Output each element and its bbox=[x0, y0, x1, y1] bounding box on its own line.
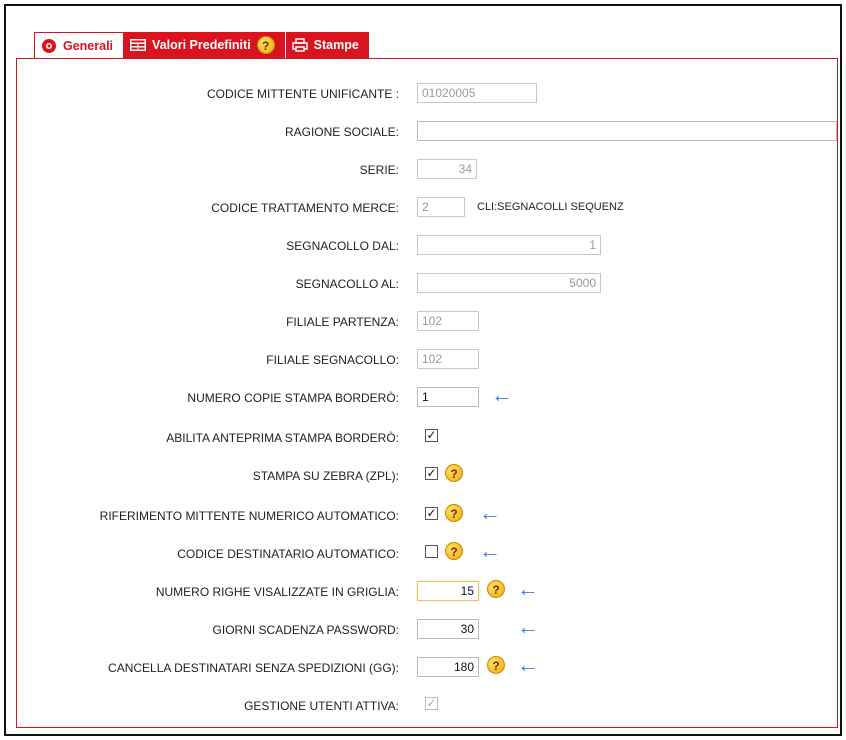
gear-icon bbox=[42, 38, 56, 53]
row-codice-trattamento: CODICE TRATTAMENTO MERCE: 2 CLI:SEGNACOL… bbox=[17, 197, 837, 221]
help-icon[interactable]: ? bbox=[256, 36, 275, 54]
cancella-destinatari-field[interactable]: 180 bbox=[417, 657, 479, 677]
serie-label: SERIE: bbox=[359, 163, 399, 177]
numero-righe-label: NUMERO RIGHE VISALIZZATE IN GRIGLIA: bbox=[155, 585, 399, 599]
row-filiale-segnacollo: FILIALE SEGNACOLLO: 102 bbox=[17, 349, 837, 373]
arrow-icon: ← bbox=[479, 500, 501, 525]
row-numero-righe: NUMERO RIGHE VISALIZZATE IN GRIGLIA: 15 … bbox=[17, 576, 837, 605]
row-codice-mittente: CODICE MITTENTE UNIFICANTE : 01020005 bbox=[17, 83, 837, 107]
numero-copie-label: NUMERO COPIE STAMPA BORDERÒ: bbox=[187, 391, 399, 405]
arrow-icon: ← bbox=[491, 382, 513, 407]
printer-icon bbox=[291, 38, 308, 52]
numero-righe-field[interactable]: 15 bbox=[417, 581, 479, 601]
generali-panel: CODICE MITTENTE UNIFICANTE : 01020005 RA… bbox=[16, 58, 838, 728]
row-gestione-utenti: GESTIONE UTENTI ATTIVA: ✓ bbox=[17, 695, 837, 719]
window-frame: Generali Valori Predefiniti ? Stampe COD… bbox=[4, 4, 842, 736]
codice-mittente-label: CODICE MITTENTE UNIFICANTE : bbox=[207, 87, 399, 101]
row-anteprima: ABILITA ANTEPRIMA STAMPA BORDERÒ: ✓ bbox=[17, 427, 837, 451]
row-serie: SERIE: 34 bbox=[17, 159, 837, 183]
cancella-destinatari-label: CANCELLA DESTINATARI SENZA SPEDIZIONI (G… bbox=[108, 661, 399, 675]
codice-trattamento-field[interactable]: 2 bbox=[417, 197, 465, 217]
filiale-partenza-label: FILIALE PARTENZA: bbox=[286, 315, 399, 329]
tab-generali-label: Generali bbox=[63, 38, 114, 53]
table-icon bbox=[130, 39, 147, 51]
segnacollo-al-label: SEGNACOLLO AL: bbox=[295, 277, 399, 291]
row-segnacollo-dal: SEGNACOLLO DAL: 1 bbox=[17, 235, 837, 259]
zebra-checkbox[interactable]: ✓ bbox=[425, 467, 438, 480]
row-codice-destinatario: CODICE DESTINATARIO AUTOMATICO: ? ← bbox=[17, 538, 837, 567]
row-numero-copie: NUMERO COPIE STAMPA BORDERÒ: 1 ← bbox=[17, 382, 837, 411]
arrow-icon: ← bbox=[517, 652, 539, 677]
row-zebra: STAMPA SU ZEBRA (ZPL): ✓ ? bbox=[17, 464, 837, 489]
giorni-scadenza-field[interactable]: 30 bbox=[417, 619, 479, 639]
codice-mittente-field[interactable]: 01020005 bbox=[417, 83, 537, 103]
help-icon[interactable]: ? bbox=[487, 656, 505, 674]
row-cancella-destinatari: CANCELLA DESTINATARI SENZA SPEDIZIONI (G… bbox=[17, 652, 837, 681]
riferimento-label: RIFERIMENTO MITTENTE NUMERICO AUTOMATICO… bbox=[99, 509, 399, 523]
row-riferimento: RIFERIMENTO MITTENTE NUMERICO AUTOMATICO… bbox=[17, 500, 837, 529]
gestione-utenti-label: GESTIONE UTENTI ATTIVA: bbox=[244, 699, 399, 713]
filiale-segnacollo-field[interactable]: 102 bbox=[417, 349, 479, 369]
codice-destinatario-checkbox[interactable] bbox=[425, 545, 438, 558]
tab-generali[interactable]: Generali bbox=[34, 32, 125, 58]
help-icon[interactable]: ? bbox=[445, 504, 463, 522]
segnacollo-al-field[interactable]: 5000 bbox=[417, 273, 601, 293]
serie-field[interactable]: 34 bbox=[417, 159, 477, 179]
row-ragione-sociale: RAGIONE SOCIALE: bbox=[17, 121, 837, 145]
codice-destinatario-label: CODICE DESTINATARIO AUTOMATICO: bbox=[177, 547, 399, 561]
arrow-icon: ← bbox=[517, 614, 539, 639]
row-segnacollo-al: SEGNACOLLO AL: 5000 bbox=[17, 273, 837, 297]
filiale-segnacollo-label: FILIALE SEGNACOLLO: bbox=[266, 353, 399, 367]
ragione-sociale-field[interactable] bbox=[417, 121, 837, 141]
tab-valori-predefiniti[interactable]: Valori Predefiniti ? bbox=[124, 32, 286, 58]
row-filiale-partenza: FILIALE PARTENZA: 102 bbox=[17, 311, 837, 335]
tab-valori-label: Valori Predefiniti bbox=[152, 38, 251, 52]
zebra-label: STAMPA SU ZEBRA (ZPL): bbox=[252, 469, 399, 483]
help-icon[interactable]: ? bbox=[445, 464, 463, 482]
arrow-icon: ← bbox=[479, 538, 501, 563]
codice-trattamento-label: CODICE TRATTAMENTO MERCE: bbox=[211, 201, 399, 215]
tab-bar: Generali Valori Predefiniti ? Stampe bbox=[34, 32, 370, 58]
anteprima-label: ABILITA ANTEPRIMA STAMPA BORDERÒ: bbox=[166, 431, 399, 445]
row-giorni-scadenza: GIORNI SCADENZA PASSWORD: 30 ← bbox=[17, 614, 837, 643]
segnacollo-dal-label: SEGNACOLLO DAL: bbox=[286, 239, 399, 253]
tab-stampe[interactable]: Stampe bbox=[285, 32, 370, 58]
ragione-sociale-label: RAGIONE SOCIALE: bbox=[284, 125, 399, 139]
codice-trattamento-note: CLI:SEGNACOLLI SEQUENZ bbox=[477, 201, 624, 213]
tab-stampe-label: Stampe bbox=[313, 38, 359, 52]
giorni-scadenza-label: GIORNI SCADENZA PASSWORD: bbox=[212, 623, 399, 637]
filiale-partenza-field[interactable]: 102 bbox=[417, 311, 479, 331]
help-icon[interactable]: ? bbox=[445, 542, 463, 560]
anteprima-checkbox[interactable]: ✓ bbox=[425, 429, 438, 442]
arrow-icon: ← bbox=[517, 576, 539, 601]
segnacollo-dal-field[interactable]: 1 bbox=[417, 235, 601, 255]
riferimento-checkbox[interactable]: ✓ bbox=[425, 507, 438, 520]
help-icon[interactable]: ? bbox=[487, 580, 505, 598]
gestione-utenti-checkbox[interactable]: ✓ bbox=[425, 697, 438, 710]
numero-copie-field[interactable]: 1 bbox=[417, 387, 479, 407]
